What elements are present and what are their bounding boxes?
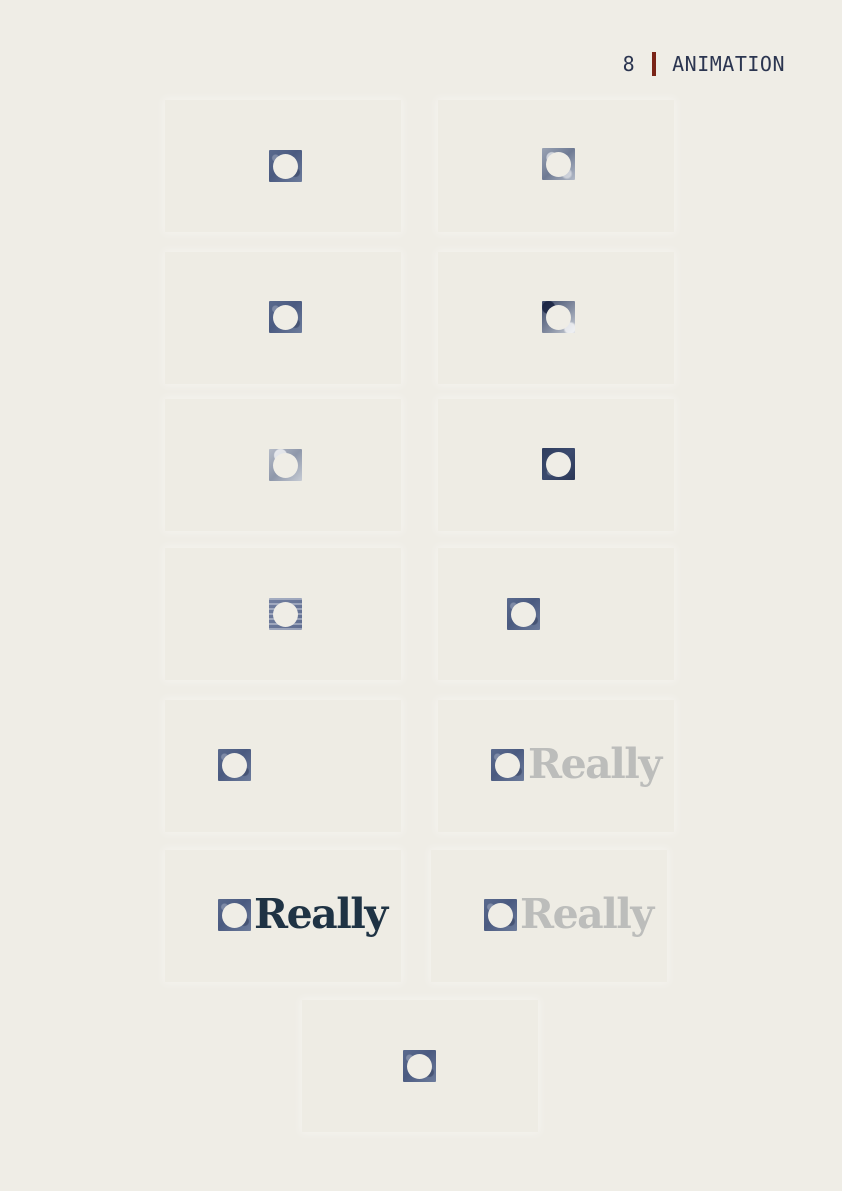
animation-frame-3 — [165, 252, 401, 384]
logo-mark-icon — [507, 598, 540, 630]
wordmark: Really — [254, 890, 388, 938]
animation-frame-13 — [302, 1000, 538, 1132]
logo-mark-icon — [403, 1050, 436, 1082]
animation-frame-10: Really — [438, 700, 674, 832]
page-header: 8 ANIMATION — [623, 52, 785, 76]
header-divider — [652, 52, 657, 76]
logo-mark-icon — [218, 899, 251, 931]
logo-mark-icon — [542, 148, 575, 180]
animation-frame-12: Really — [431, 850, 667, 982]
logo-mark-icon — [542, 301, 575, 333]
animation-frame-6 — [438, 399, 674, 531]
animation-frame-2 — [438, 100, 674, 232]
logo-mark-icon — [269, 301, 302, 333]
animation-frame-5 — [165, 399, 401, 531]
section-title: ANIMATION — [672, 52, 785, 76]
logo-mark-icon — [484, 899, 517, 931]
animation-frame-1 — [165, 100, 401, 232]
logo-mark-icon — [269, 449, 302, 481]
page-number: 8 — [622, 52, 636, 76]
animation-frame-4 — [438, 252, 674, 384]
logo-mark-icon — [269, 150, 302, 182]
logo-mark-icon — [491, 749, 524, 781]
wordmark: Really — [520, 890, 654, 938]
animation-frame-11: Really — [165, 850, 401, 982]
logo-mark-icon — [269, 598, 302, 630]
logo-mark-icon — [542, 448, 575, 480]
logo-mark-icon — [218, 749, 251, 781]
animation-frame-7 — [165, 548, 401, 680]
animation-frame-8 — [438, 548, 674, 680]
animation-frame-9 — [165, 700, 401, 832]
wordmark: Really — [528, 740, 662, 788]
